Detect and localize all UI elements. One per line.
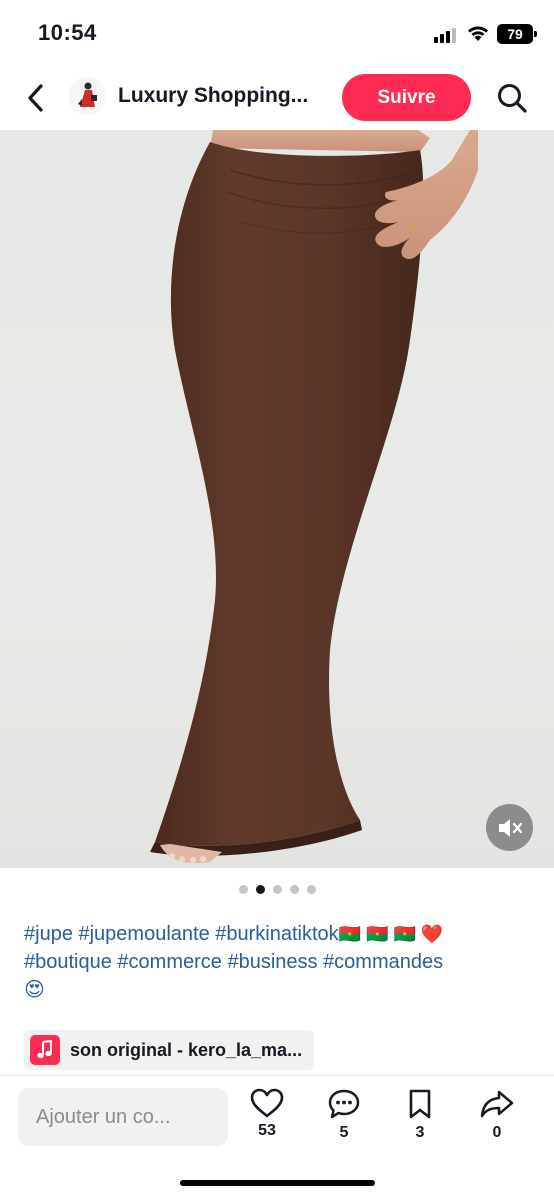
share-count: 0: [492, 1124, 502, 1141]
comment-count: 5: [339, 1124, 349, 1141]
mute-button[interactable]: [486, 804, 533, 851]
save-button[interactable]: 3: [395, 1088, 445, 1148]
follow-button[interactable]: Suivre: [342, 74, 471, 121]
like-count: 53: [258, 1122, 276, 1139]
home-indicator: [180, 1180, 375, 1186]
music-chip[interactable]: son original - kero_la_ma...: [24, 1030, 315, 1070]
like-button[interactable]: 53: [242, 1088, 292, 1148]
music-label: son original - kero_la_ma...: [70, 1039, 303, 1060]
caption-emoji-2: 😍: [24, 979, 45, 1001]
caption-hashtags-2[interactable]: #boutique #commerce #business #commandes: [24, 948, 530, 976]
avatar-figure-icon: [68, 77, 106, 115]
battery-indicator: 79: [497, 24, 537, 44]
divider: [0, 1075, 554, 1076]
wifi-icon: [468, 26, 488, 41]
mute-icon: [498, 818, 522, 837]
post-caption: #jupe #jupemoulante #burkinatiktok🇧🇫 🇧🇫 …: [24, 920, 530, 1004]
carousel-dot[interactable]: [255, 885, 265, 894]
music-note-icon: [30, 1035, 60, 1065]
save-count: 3: [415, 1124, 425, 1141]
carousel-indicator: [0, 885, 554, 894]
carousel-dot[interactable]: [306, 885, 316, 894]
carousel-dot[interactable]: [289, 885, 299, 894]
carousel-dot[interactable]: [238, 885, 248, 894]
product-image: [150, 130, 478, 864]
back-button[interactable]: [18, 78, 54, 118]
comment-input[interactable]: [18, 1088, 228, 1146]
share-button[interactable]: 0: [472, 1088, 522, 1148]
caption-hashtags-1[interactable]: #jupe #jupemoulante #burkinatiktok: [24, 923, 339, 945]
bookmark-icon: [409, 1089, 431, 1119]
signal-icon: [434, 27, 460, 43]
caption-line-1: #jupe #jupemoulante #burkinatiktok🇧🇫 🇧🇫 …: [24, 920, 530, 948]
share-arrow-icon: [480, 1090, 514, 1118]
avatar[interactable]: [68, 77, 106, 115]
post-media[interactable]: [0, 130, 554, 868]
heart-icon: [250, 1088, 284, 1118]
status-bar: 10:54 79: [0, 0, 554, 64]
comment-bubble-icon: [328, 1089, 360, 1119]
post-header: Luxury Shopping... Suivre: [0, 64, 554, 130]
carousel-dot[interactable]: [272, 885, 282, 894]
comment-button[interactable]: 5: [319, 1088, 369, 1148]
status-time: 10:54: [38, 20, 97, 45]
back-arrow-icon: [28, 84, 43, 112]
account-name[interactable]: Luxury Shopping...: [118, 84, 308, 108]
caption-emoji-1: 🇧🇫 🇧🇫 🇧🇫 ❤️: [338, 924, 444, 944]
search-icon: [498, 84, 527, 113]
search-button[interactable]: [492, 78, 532, 118]
